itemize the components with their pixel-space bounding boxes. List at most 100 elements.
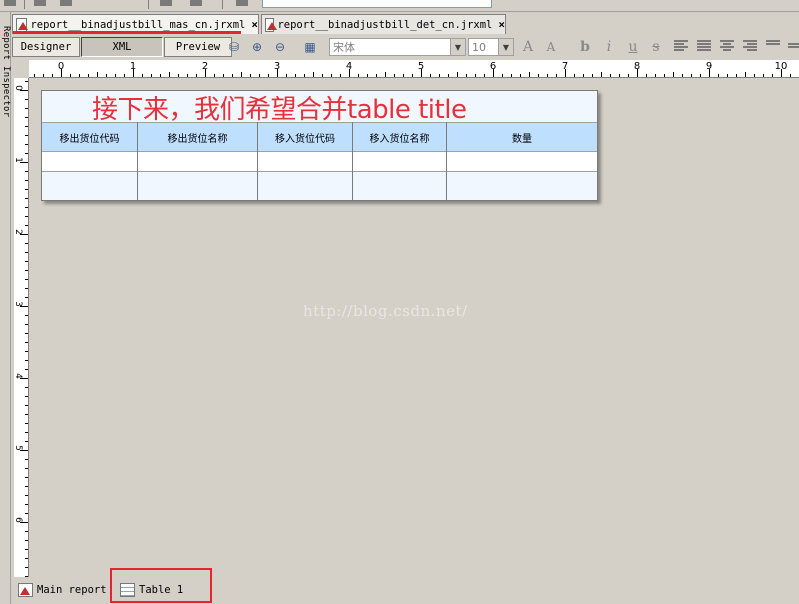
preview-button[interactable]: Preview	[164, 37, 232, 57]
align-middle-icon[interactable]	[788, 40, 799, 52]
ruler-tick	[25, 513, 28, 514]
file-tab-det[interactable]: report__binadjustbill_det_cn.jrxml ×	[261, 14, 506, 34]
column-header[interactable]: 移出货位代码	[42, 123, 137, 151]
report-icon	[18, 583, 33, 597]
table-row[interactable]	[42, 152, 597, 172]
ruler-tick	[25, 324, 28, 325]
ruler-tick	[223, 74, 224, 77]
table-band[interactable]: 接下来，我们希望合并table title 移出货位代码 移出货位名称 移入货位…	[41, 90, 598, 201]
ruler-tick	[25, 333, 28, 334]
ruler-tick	[25, 549, 28, 550]
toolbar-icon[interactable]	[34, 0, 46, 6]
align-left-icon[interactable]	[674, 40, 688, 52]
ruler-tick	[25, 153, 28, 154]
ruler-number: 3	[273, 61, 281, 72]
increase-font-icon[interactable]: A	[518, 38, 538, 56]
ruler-tick	[25, 477, 28, 478]
column-header[interactable]: 移入货位代码	[258, 123, 352, 151]
ruler-number: 2	[12, 229, 23, 235]
ruler-tick	[25, 252, 28, 253]
ruler-tick	[25, 468, 28, 469]
ruler-number: 9	[705, 61, 713, 72]
ruler-tick	[25, 171, 28, 172]
ruler-tick	[610, 74, 611, 77]
ruler-tick	[25, 387, 28, 388]
ruler-number: 2	[201, 61, 209, 72]
ruler-tick	[655, 74, 656, 77]
ruler-tick	[25, 558, 28, 559]
strikethrough-icon[interactable]: s	[646, 38, 666, 56]
align-center-icon[interactable]	[720, 40, 734, 52]
chevron-down-icon[interactable]: ▼	[498, 39, 513, 55]
ruler-tick	[142, 74, 143, 77]
format-icon[interactable]: ▦	[302, 39, 318, 55]
ruler-tick	[25, 288, 28, 289]
column-header[interactable]: 移入货位名称	[353, 123, 446, 151]
xml-button[interactable]: XML	[81, 37, 163, 57]
column-header[interactable]: 数量	[447, 123, 597, 151]
ruler-tick	[25, 81, 28, 82]
report-canvas[interactable]: 接下来，我们希望合并table title 移出货位代码 移出货位名称 移入货位…	[30, 79, 799, 574]
column-header[interactable]: 移出货位名称	[138, 123, 257, 151]
table-header-row[interactable]: 移出货位代码 移出货位名称 移入货位代码 移入货位名称 数量	[42, 122, 597, 152]
ruler-tick	[340, 74, 341, 77]
ruler-number: 4	[345, 61, 353, 72]
toolbar-icon[interactable]	[4, 0, 16, 6]
toolbar-combo[interactable]	[262, 0, 492, 8]
italic-icon[interactable]: i	[599, 38, 619, 56]
toolbar-icon[interactable]	[160, 0, 172, 6]
ruler-tick	[232, 74, 233, 77]
ruler-tick	[25, 225, 28, 226]
ruler-corner	[12, 60, 29, 78]
ruler-tick	[520, 74, 521, 77]
toolbar-icon[interactable]	[236, 0, 248, 6]
align-justify-icon[interactable]	[697, 40, 711, 52]
vertical-ruler: 0 1 2 3 4 5 6	[12, 78, 29, 604]
underline-icon[interactable]: u	[623, 38, 643, 56]
decrease-font-icon[interactable]: A	[541, 38, 561, 56]
report-inspector-label[interactable]: Report Inspector	[0, 26, 11, 118]
font-name-select[interactable]: 宋体 ▼	[329, 38, 466, 56]
ruler-tick	[601, 72, 602, 77]
close-icon[interactable]: ×	[498, 18, 505, 31]
ruler-tick	[25, 144, 28, 145]
ruler-tick	[466, 74, 467, 77]
ruler-tick	[52, 74, 53, 77]
bold-icon[interactable]: b	[575, 38, 595, 56]
ruler-number: 0	[57, 61, 65, 72]
ruler-tick	[25, 297, 28, 298]
column-divider	[446, 122, 447, 200]
ruler-tick	[763, 74, 764, 77]
ruler-tick	[25, 369, 28, 370]
table-title-row[interactable]: 接下来，我们希望合并table title	[42, 91, 597, 125]
ruler-tick	[25, 540, 28, 541]
zoom-in-icon[interactable]: ⊕	[249, 39, 265, 55]
ruler-tick	[25, 243, 28, 244]
annotation-text: 接下来，我们希望合并table title	[92, 95, 467, 125]
ruler-tick	[538, 74, 539, 77]
toolbar-icon[interactable]	[60, 0, 72, 6]
align-top-icon[interactable]	[766, 40, 780, 52]
font-size-select[interactable]: 10 ▼	[468, 38, 514, 56]
align-right-icon[interactable]	[743, 40, 757, 52]
chevron-down-icon[interactable]: ▼	[450, 39, 465, 55]
ruler-tick	[475, 74, 476, 77]
report-icon	[265, 17, 278, 32]
main-report-tab[interactable]: Main report	[18, 579, 107, 601]
ruler-tick	[241, 72, 242, 77]
database-icon[interactable]: ⛁	[226, 39, 242, 55]
designer-button[interactable]: Designer	[12, 37, 80, 57]
ruler-number: 7	[561, 61, 569, 72]
report-inspector-panel[interactable]: Report Inspector	[0, 12, 11, 604]
column-divider	[352, 122, 353, 200]
close-icon[interactable]: ×	[251, 18, 258, 31]
ruler-tick	[502, 74, 503, 77]
toolbar-icon[interactable]	[190, 0, 202, 6]
ruler-tick	[259, 74, 260, 77]
zoom-out-icon[interactable]: ⊖	[272, 39, 288, 55]
ruler-tick	[529, 72, 530, 77]
ruler-tick	[25, 108, 28, 109]
table-row[interactable]	[42, 172, 597, 200]
ruler-tick	[79, 74, 80, 77]
ruler-tick	[25, 486, 28, 487]
